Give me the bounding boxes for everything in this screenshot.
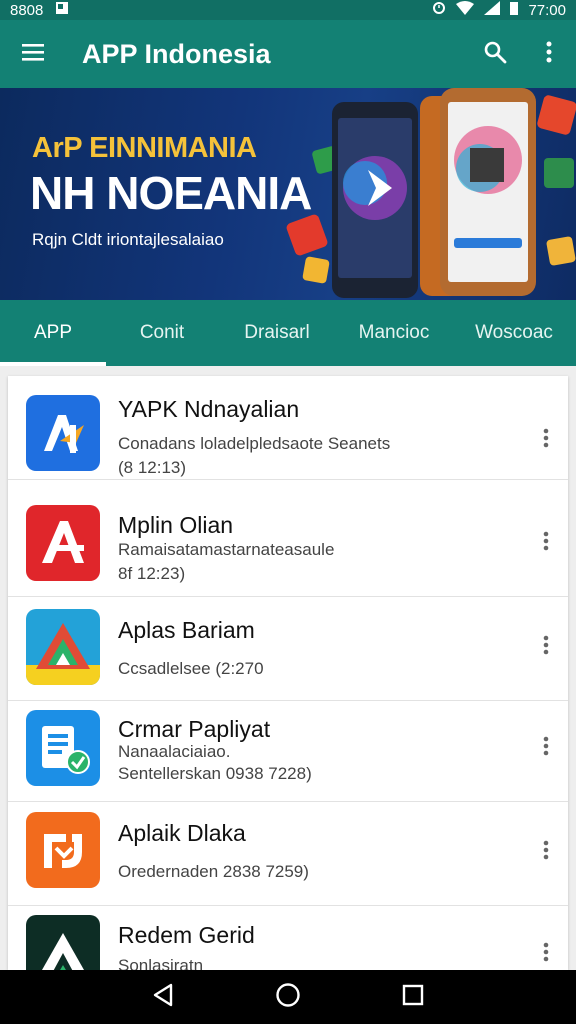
app-description: Sonlasiratn [118,956,204,970]
category-tabs: APP Conit Draisarl Mancioc Woscoac [0,300,576,366]
tab-conit[interactable]: Conit [106,300,218,366]
banner-subtitle: Rqjn Cldt iriontajlesalaiao [32,230,224,249]
dark-triangle-icon [26,915,100,970]
promo-banner[interactable]: ArP EINNIMANIA NH NOEANIA Rqjn Cldt irio… [0,88,576,300]
app-name: Aplas Bariam [118,617,255,643]
app-list: YAPK Ndnayalian Conadans loladelpledsaot… [8,376,568,970]
item-more-button[interactable] [532,627,560,667]
list-item[interactable]: YAPK Ndnayalian Conadans loladelpledsaot… [8,376,568,480]
item-more-button[interactable] [532,523,560,563]
wifi-icon [456,1,475,19]
status-bar: 8808 77:00 [0,0,576,20]
a-logo-icon [26,505,100,581]
more-vertical-icon [543,531,549,556]
tab-label: Draisarl [244,322,310,343]
app-date: 8f 12:23) [118,564,186,583]
status-time-left: 8808 [10,1,44,19]
search-button[interactable] [468,20,522,88]
hamburger-menu-icon [21,42,45,67]
banner-headline-small: ArP EINNIMANIA [32,132,257,164]
list-item[interactable]: Redem Gerid Sonlasiratn [8,904,568,970]
app-description: Conadans loladelpledsaote Seanets [118,434,391,453]
home-button[interactable] [268,977,308,1017]
tab-label: Mancioc [358,322,430,343]
search-icon [483,40,507,69]
app-name: YAPK Ndnayalian [118,396,300,422]
more-vertical-icon [543,736,549,761]
system-nav-bar [0,970,576,1024]
more-vertical-icon [543,635,549,660]
app-date: Sentellerskan 0938 7228) [118,764,312,783]
app-description: Nanaalaciaiao. [118,742,231,761]
app-name: Crmar Papliyat [118,716,271,742]
more-vertical-icon [543,840,549,865]
back-triangle-icon [152,983,174,1012]
more-vertical-icon [543,428,549,453]
menu-button[interactable] [0,20,66,88]
overflow-menu-button[interactable] [522,20,576,88]
home-circle-icon [275,982,301,1013]
tab-app[interactable]: APP [0,300,106,366]
list-item[interactable]: Crmar Papliyat Nanaalaciaiao. Sentellers… [8,698,568,802]
recents-square-icon [402,984,424,1011]
status-time-right: 77:00 [528,1,566,19]
app-name: Redem Gerid [118,922,255,948]
list-item[interactable]: Mplin Olian Ramaisatamastarnateasaule 8f… [8,493,568,597]
tab-woscoac[interactable]: Woscoac [452,300,576,366]
app-name: Mplin Olian [118,512,234,538]
list-item[interactable]: Aplas Bariam Ccsadlelsee (2:270 [8,597,568,701]
tab-label: Woscoac [475,322,553,343]
app-title: APP Indonesia [82,38,271,69]
app-description: Ccsadlelsee (2:270 [118,659,264,678]
back-button[interactable] [143,977,183,1017]
document-icon [26,710,100,786]
tab-label: Conit [139,322,185,343]
app-description: Ramaisatamastarnateasaule [118,540,335,559]
tab-mancioc[interactable]: Mancioc [336,300,452,366]
app-bar: APP Indonesia [0,20,576,88]
more-vertical-icon [546,41,552,68]
signal-icon [484,1,501,19]
image-notification-icon [55,1,69,19]
app-name: Aplaik Dlaka [118,820,246,846]
alarm-icon [432,1,446,19]
banner-headline-large: NH NOEANIA [30,167,312,219]
app-description: Oredernaden 2838 7259) [118,862,309,881]
item-more-button[interactable] [532,934,560,970]
item-more-button[interactable] [532,728,560,768]
tab-label: APP [33,322,73,343]
battery-icon [510,1,519,19]
phones-illustration [286,88,576,298]
list-item[interactable]: Aplaik Dlaka Oredernaden 2838 7259) [8,802,568,906]
a4-logo-icon [26,395,100,471]
recents-button[interactable] [393,977,433,1017]
bracket-logo-icon [26,812,100,888]
tab-draisarl[interactable]: Draisarl [218,300,336,366]
item-more-button[interactable] [532,832,560,872]
app-date: (8 12:13) [118,458,187,477]
more-vertical-icon [543,942,549,967]
triangle-logo-icon [26,609,100,685]
item-more-button[interactable] [532,420,560,460]
